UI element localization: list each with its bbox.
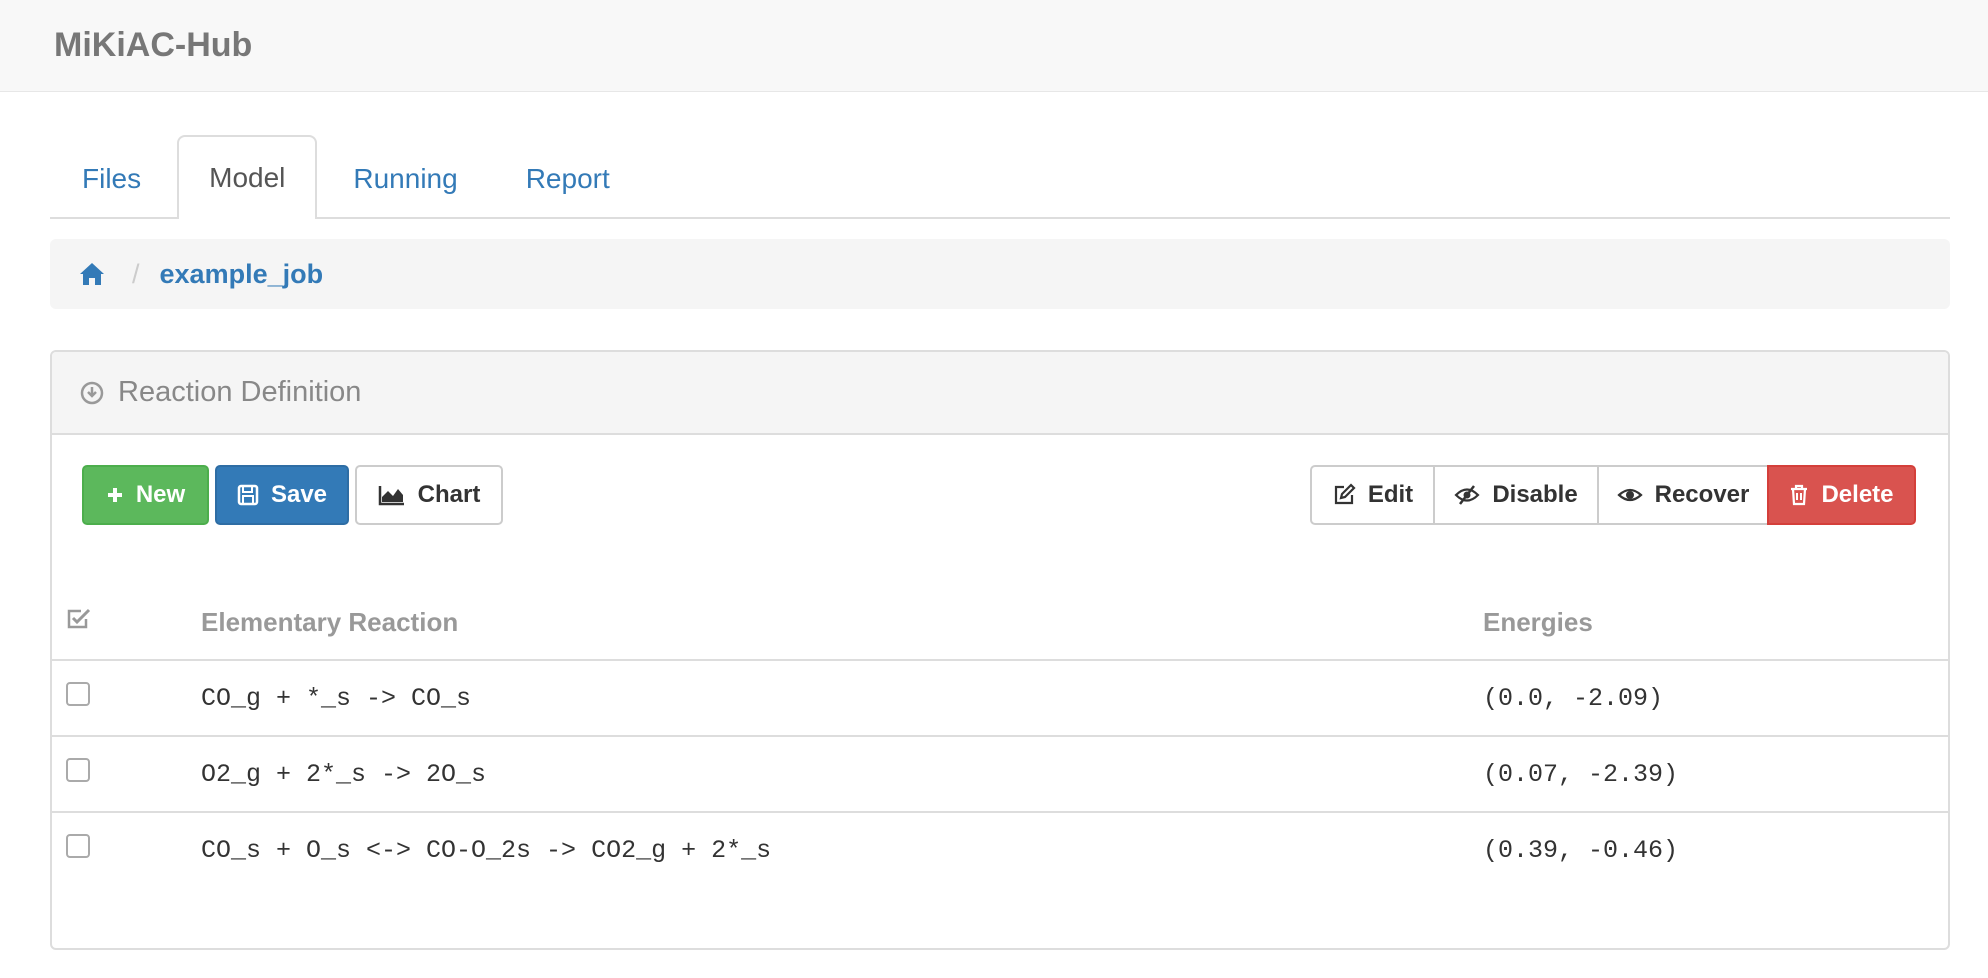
plus-icon bbox=[107, 488, 122, 502]
breadcrumb-current[interactable]: example_job bbox=[160, 259, 324, 290]
home-icon[interactable] bbox=[78, 261, 106, 287]
disable-button[interactable]: Disable bbox=[1433, 465, 1599, 525]
delete-button[interactable]: Delete bbox=[1767, 465, 1916, 525]
eye-icon bbox=[1616, 488, 1643, 502]
tab-bar: Files Model Running Report bbox=[50, 92, 1950, 219]
eye-slash-icon bbox=[1454, 485, 1480, 505]
row-checkbox[interactable] bbox=[66, 682, 90, 706]
table-row[interactable]: CO_s + O_s <-> CO-O_2s -> CO2_g + 2*_s (… bbox=[52, 812, 1948, 887]
trash-icon bbox=[1791, 484, 1808, 506]
reaction-cell: CO_g + *_s -> CO_s bbox=[200, 660, 1482, 737]
new-button[interactable]: New bbox=[82, 465, 209, 525]
tab-running[interactable]: Running bbox=[321, 137, 489, 219]
area-chart-icon bbox=[378, 486, 404, 506]
energies-cell: (0.39, -0.46) bbox=[1483, 835, 1679, 865]
breadcrumb-separator: / bbox=[132, 258, 140, 289]
breadcrumb: / example_job bbox=[50, 239, 1950, 309]
energies-column-header[interactable]: Energies bbox=[1482, 585, 1948, 661]
chart-button[interactable]: Chart bbox=[355, 465, 503, 525]
row-checkbox[interactable] bbox=[66, 758, 90, 782]
reaction-table: Elementary Reaction Energies CO_g + *_s … bbox=[52, 585, 1948, 887]
tab-model[interactable]: Model bbox=[177, 135, 318, 219]
recover-button[interactable]: Recover bbox=[1597, 465, 1769, 525]
save-icon bbox=[237, 484, 259, 506]
circle-arrow-down-icon bbox=[80, 381, 104, 404]
table-row[interactable]: O2_g + 2*_s -> 2O_s (0.07, -2.39) bbox=[52, 736, 1948, 813]
panel-heading[interactable]: Reaction Definition bbox=[52, 352, 1948, 435]
row-checkbox[interactable] bbox=[66, 834, 90, 858]
energies-cell: (0.0, -2.09) bbox=[1482, 660, 1948, 737]
tab-report[interactable]: Report bbox=[494, 137, 642, 219]
tab-files[interactable]: Files bbox=[50, 137, 173, 219]
table-header-row: Elementary Reaction Energies bbox=[52, 585, 1948, 661]
reaction-cell: CO_s + O_s <-> CO-O_2s -> CO2_g + 2*_s bbox=[201, 835, 772, 865]
edit-button[interactable]: Edit bbox=[1310, 465, 1435, 525]
select-all-header[interactable] bbox=[52, 585, 200, 661]
brand-title[interactable]: MiKiAC-Hub bbox=[54, 26, 252, 65]
save-button[interactable]: Save bbox=[215, 465, 349, 525]
toolbar: New Save Chart Edit Disable Recover Dele… bbox=[52, 435, 1948, 585]
main-container: Files Model Running Report / example_job… bbox=[50, 92, 1950, 950]
top-navbar: MiKiAC-Hub bbox=[0, 0, 1988, 92]
panel-title: Reaction Definition bbox=[118, 376, 362, 408]
energies-cell: (0.07, -2.39) bbox=[1482, 736, 1948, 813]
reaction-cell: O2_g + 2*_s -> 2O_s bbox=[200, 736, 1482, 813]
check-square-icon[interactable] bbox=[66, 607, 92, 631]
reaction-panel: Reaction Definition New Save Chart Edit … bbox=[50, 350, 1950, 950]
table-row[interactable]: CO_g + *_s -> CO_s (0.0, -2.09) bbox=[52, 660, 1948, 737]
edit-icon bbox=[1334, 483, 1356, 505]
reaction-column-header[interactable]: Elementary Reaction bbox=[200, 585, 1482, 661]
